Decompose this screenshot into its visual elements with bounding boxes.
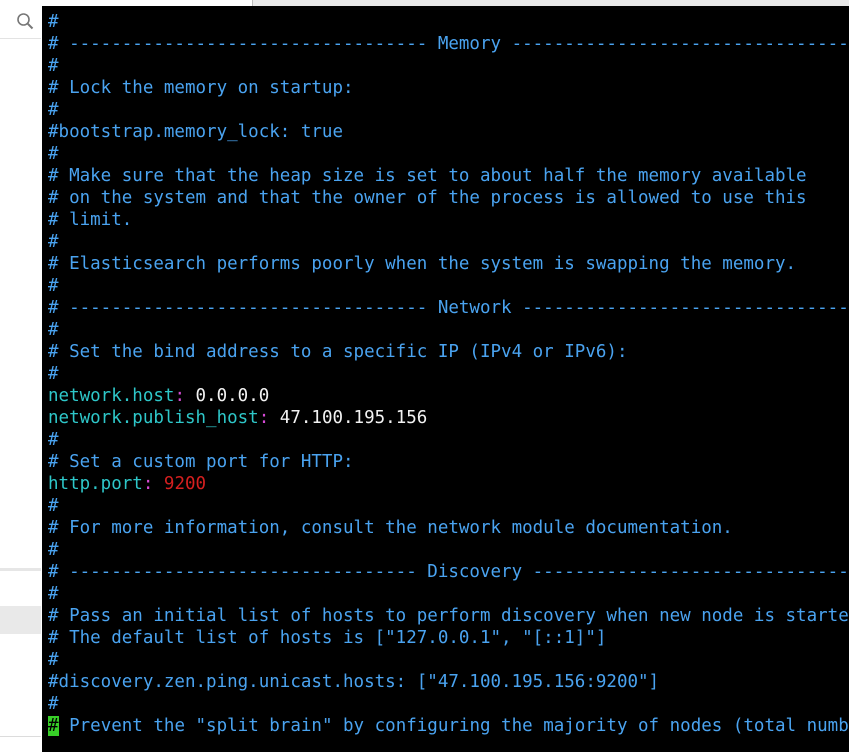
terminal-line: # on the system and that the owner of th… xyxy=(48,188,807,208)
terminal-line: # xyxy=(48,694,59,714)
setting-colon: : xyxy=(142,474,154,494)
terminal-line: # ---------------------------------- Net… xyxy=(48,298,849,318)
setting-value: 9200 xyxy=(153,474,207,494)
setting-value: 47.100.195.156 xyxy=(269,408,428,428)
terminal-line: # xyxy=(48,584,59,604)
setting-key: network.host xyxy=(48,386,175,406)
sidebar xyxy=(0,0,43,752)
terminal-line: # xyxy=(48,144,59,164)
sidebar-selected-item[interactable] xyxy=(0,606,41,634)
terminal-line: # xyxy=(48,232,59,252)
setting-line-http-port: http.port: 9200 xyxy=(48,473,849,495)
text-cursor: # xyxy=(48,716,59,736)
terminal-line: # Set a custom port for HTTP: xyxy=(48,452,354,472)
setting-value: 0.0.0.0 xyxy=(184,386,270,406)
terminal-line: # Make sure that the heap size is set to… xyxy=(48,166,807,186)
terminal-line: # xyxy=(48,276,59,296)
terminal-line: # xyxy=(48,320,59,340)
terminal-line: # The default list of hosts is ["127.0.0… xyxy=(48,628,607,648)
terminal-line: # Lock the memory on startup: xyxy=(48,78,354,98)
setting-key: http.port xyxy=(48,474,143,494)
search-icon[interactable] xyxy=(16,12,34,30)
sidebar-divider xyxy=(0,736,41,737)
terminal-line: # xyxy=(48,100,59,120)
terminal-line: # Elasticsearch performs poorly when the… xyxy=(48,254,797,274)
terminal-line: # limit. xyxy=(48,210,133,230)
terminal-line-text: Prevent the "split brain" by configuring… xyxy=(69,716,849,736)
terminal-line: # For more information, consult the netw… xyxy=(48,518,733,538)
terminal-line: # xyxy=(48,56,59,76)
setting-line-network-host: network.host: 0.0.0.0 xyxy=(48,385,849,407)
app-window: # # ---------------------------------- M… xyxy=(0,0,849,752)
terminal-pane[interactable]: # # ---------------------------------- M… xyxy=(42,6,849,752)
setting-colon: : xyxy=(258,408,270,428)
terminal-text: # # ---------------------------------- M… xyxy=(48,11,849,737)
terminal-line: # Pass an initial list of hosts to perfo… xyxy=(48,606,849,626)
terminal-line: # xyxy=(48,650,59,670)
terminal-line: # xyxy=(48,12,59,32)
terminal-line: # xyxy=(48,496,59,516)
terminal-line: # --------------------------------- Disc… xyxy=(48,562,849,582)
terminal-line: # Set the bind address to a specific IP … xyxy=(48,342,628,362)
terminal-line-cursor: # Prevent the "split brain" by configuri… xyxy=(48,715,849,737)
setting-key: network.publish_host xyxy=(48,408,259,428)
terminal-line: #bootstrap.memory_lock: true xyxy=(48,122,344,142)
setting-line-network-publish-host: network.publish_host: 47.100.195.156 xyxy=(48,407,849,429)
terminal-line: # xyxy=(48,430,59,450)
terminal-line: # ---------------------------------- Mem… xyxy=(48,34,849,54)
sidebar-divider xyxy=(0,568,41,571)
terminal-line: #discovery.zen.ping.unicast.hosts: ["47.… xyxy=(48,672,660,692)
setting-colon: : xyxy=(174,386,185,406)
terminal-line: # xyxy=(48,540,59,560)
search-box[interactable] xyxy=(0,4,41,39)
terminal-line: # xyxy=(48,364,59,384)
